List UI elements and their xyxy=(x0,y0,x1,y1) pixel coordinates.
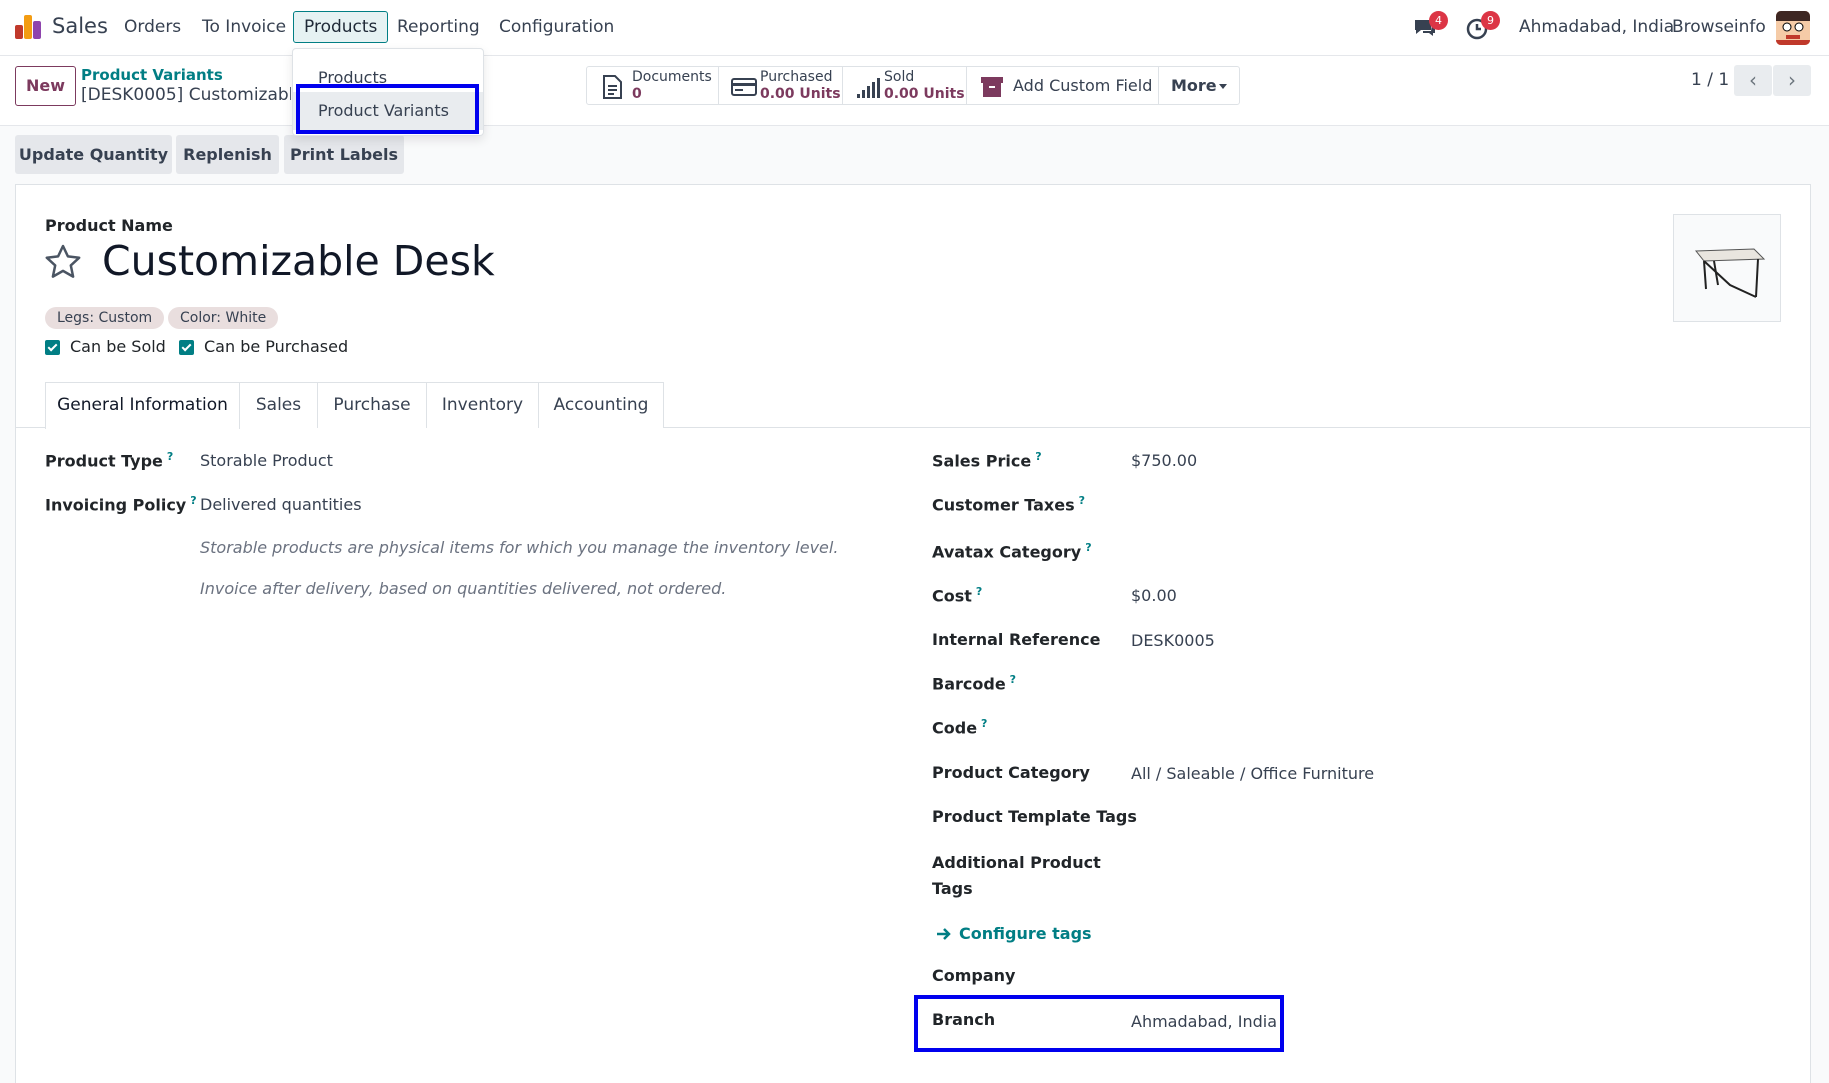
product-template-tags-label: Product Template Tags xyxy=(932,807,1137,826)
breadcrumb-product-variants[interactable]: Product Variants xyxy=(81,66,223,84)
arrow-right-icon xyxy=(935,925,953,943)
purchased-smart-button[interactable]: Purchased 0.00 Units xyxy=(719,67,843,104)
help-icon: ? xyxy=(166,450,174,463)
replenish-button[interactable]: Replenish xyxy=(176,135,279,174)
help-icon: ? xyxy=(975,585,983,598)
product-name-field[interactable]: Customizable Desk xyxy=(102,237,495,285)
can-be-purchased-checkbox[interactable] xyxy=(179,340,194,355)
barcode-label: Barcode? xyxy=(932,673,1017,694)
smart-buttons: Documents 0 Purchased 0.00 Units Sold 0.… xyxy=(586,66,1240,105)
help-icon: ? xyxy=(981,717,988,730)
form-sheet xyxy=(15,184,1811,1083)
purchased-label: Purchased xyxy=(760,69,833,85)
sales-price-label: Sales Price? xyxy=(932,450,1042,471)
document-icon xyxy=(599,74,625,99)
tab-purchase[interactable]: Purchase xyxy=(317,382,427,428)
attribute-tag-color: Color: White xyxy=(168,307,279,329)
dropdown-item-product-variants[interactable]: Product Variants xyxy=(293,92,483,130)
documents-label: Documents xyxy=(632,69,712,85)
add-custom-field-button[interactable]: Add Custom Field xyxy=(967,67,1159,104)
sales-app-icon[interactable] xyxy=(15,15,41,39)
chat-badge: 4 xyxy=(1429,11,1448,30)
signal-bars-icon xyxy=(855,74,881,98)
company-switcher[interactable]: Browseinfo xyxy=(1672,17,1766,37)
cost-field[interactable]: $0.00 xyxy=(1131,586,1177,605)
menu-orders[interactable]: Orders xyxy=(124,17,181,37)
avatax-category-label: Avatax Category? xyxy=(932,541,1092,562)
box-icon xyxy=(979,74,1005,98)
pager-previous-button[interactable]: ‹ xyxy=(1734,65,1772,96)
product-type-help-text: Storable products are physical items for… xyxy=(200,538,839,557)
invoicing-policy-label: Invoicing Policy? xyxy=(45,494,197,515)
tab-accounting[interactable]: Accounting xyxy=(538,382,664,428)
product-category-field[interactable]: All / Saleable / Office Furniture xyxy=(1131,764,1374,783)
caret-down-icon xyxy=(1219,84,1227,89)
sold-smart-button[interactable]: Sold 0.00 Units xyxy=(843,67,967,104)
menu-reporting[interactable]: Reporting xyxy=(397,17,480,37)
menu-configuration[interactable]: Configuration xyxy=(499,17,614,37)
help-icon: ? xyxy=(190,494,197,507)
documents-smart-button[interactable]: Documents 0 xyxy=(587,67,719,104)
cost-label: Cost? xyxy=(932,585,983,606)
favorite-star-icon[interactable] xyxy=(44,243,82,281)
menu-to-invoice[interactable]: To Invoice xyxy=(202,17,286,37)
can-be-purchased-label[interactable]: Can be Purchased xyxy=(204,337,348,356)
branch-field[interactable]: Ahmadabad, India xyxy=(1131,1012,1277,1031)
additional-product-tags-label-line2: Tags xyxy=(932,879,973,898)
sold-quantity: 0.00 Units xyxy=(884,86,965,102)
menu-products[interactable]: Products xyxy=(293,11,389,43)
user-avatar[interactable] xyxy=(1776,11,1810,45)
can-be-sold-checkbox[interactable] xyxy=(45,340,60,355)
help-icon: ? xyxy=(1009,673,1017,686)
documents-count: 0 xyxy=(632,86,642,102)
pager-next-button[interactable]: › xyxy=(1773,65,1811,96)
sold-label: Sold xyxy=(884,69,915,85)
more-button[interactable]: More xyxy=(1159,67,1239,104)
product-type-field[interactable]: Storable Product xyxy=(200,451,333,470)
product-category-label: Product Category xyxy=(932,763,1090,782)
internal-reference-label: Internal Reference xyxy=(932,630,1101,649)
pager-value[interactable]: 1 / 1 xyxy=(1691,70,1729,90)
print-labels-button[interactable]: Print Labels xyxy=(284,135,404,174)
sales-price-field[interactable]: $750.00 xyxy=(1131,451,1197,470)
dropdown-item-products[interactable]: Products xyxy=(293,65,483,91)
attribute-tag-legs: Legs: Custom xyxy=(45,307,165,329)
additional-product-tags-label-line1: Additional Product xyxy=(932,853,1101,872)
activity-badge: 9 xyxy=(1481,11,1500,30)
purchased-quantity: 0.00 Units xyxy=(760,86,841,102)
update-quantity-button[interactable]: Update Quantity xyxy=(15,135,172,174)
tab-general-information[interactable]: General Information xyxy=(45,382,240,429)
can-be-sold-label[interactable]: Can be Sold xyxy=(70,337,166,356)
desk-image-icon xyxy=(1694,248,1766,298)
customer-taxes-label: Customer Taxes? xyxy=(932,494,1086,515)
configure-tags-link[interactable]: Configure tags xyxy=(959,924,1092,943)
top-navbar: Sales Orders To Invoice Products Reporti… xyxy=(0,0,1829,56)
code-label: Code? xyxy=(932,717,988,738)
product-name-label: Product Name xyxy=(45,216,173,235)
product-type-label: Product Type? xyxy=(45,450,174,471)
breadcrumb-current-record: [DESK0005] Customizable Desk xyxy=(81,85,291,105)
product-image[interactable] xyxy=(1673,214,1781,322)
help-icon: ? xyxy=(1035,450,1042,463)
branch-switcher[interactable]: Ahmadabad, India xyxy=(1519,17,1674,37)
help-icon: ? xyxy=(1085,541,1092,554)
credit-card-icon xyxy=(731,74,757,98)
control-panel: New Product Variants [DESK0005] Customiz… xyxy=(0,56,1829,126)
tab-sales[interactable]: Sales xyxy=(239,382,318,428)
invoicing-policy-field[interactable]: Delivered quantities xyxy=(200,495,362,514)
activity-clock-icon[interactable]: 9 xyxy=(1464,11,1500,41)
products-dropdown-menu: Products Product Variants xyxy=(292,48,484,136)
invoicing-policy-help-text: Invoice after delivery, based on quantit… xyxy=(200,579,727,598)
branch-label: Branch xyxy=(932,1010,996,1029)
add-custom-field-label: Add Custom Field xyxy=(1013,76,1153,95)
new-button[interactable]: New xyxy=(15,66,76,106)
company-label: Company xyxy=(932,966,1016,985)
help-icon: ? xyxy=(1078,494,1086,507)
internal-reference-field[interactable]: DESK0005 xyxy=(1131,631,1215,650)
more-label: More xyxy=(1171,76,1217,95)
chat-icon[interactable]: 4 xyxy=(1412,11,1448,41)
tab-inventory[interactable]: Inventory xyxy=(426,382,539,428)
app-name[interactable]: Sales xyxy=(52,14,108,38)
